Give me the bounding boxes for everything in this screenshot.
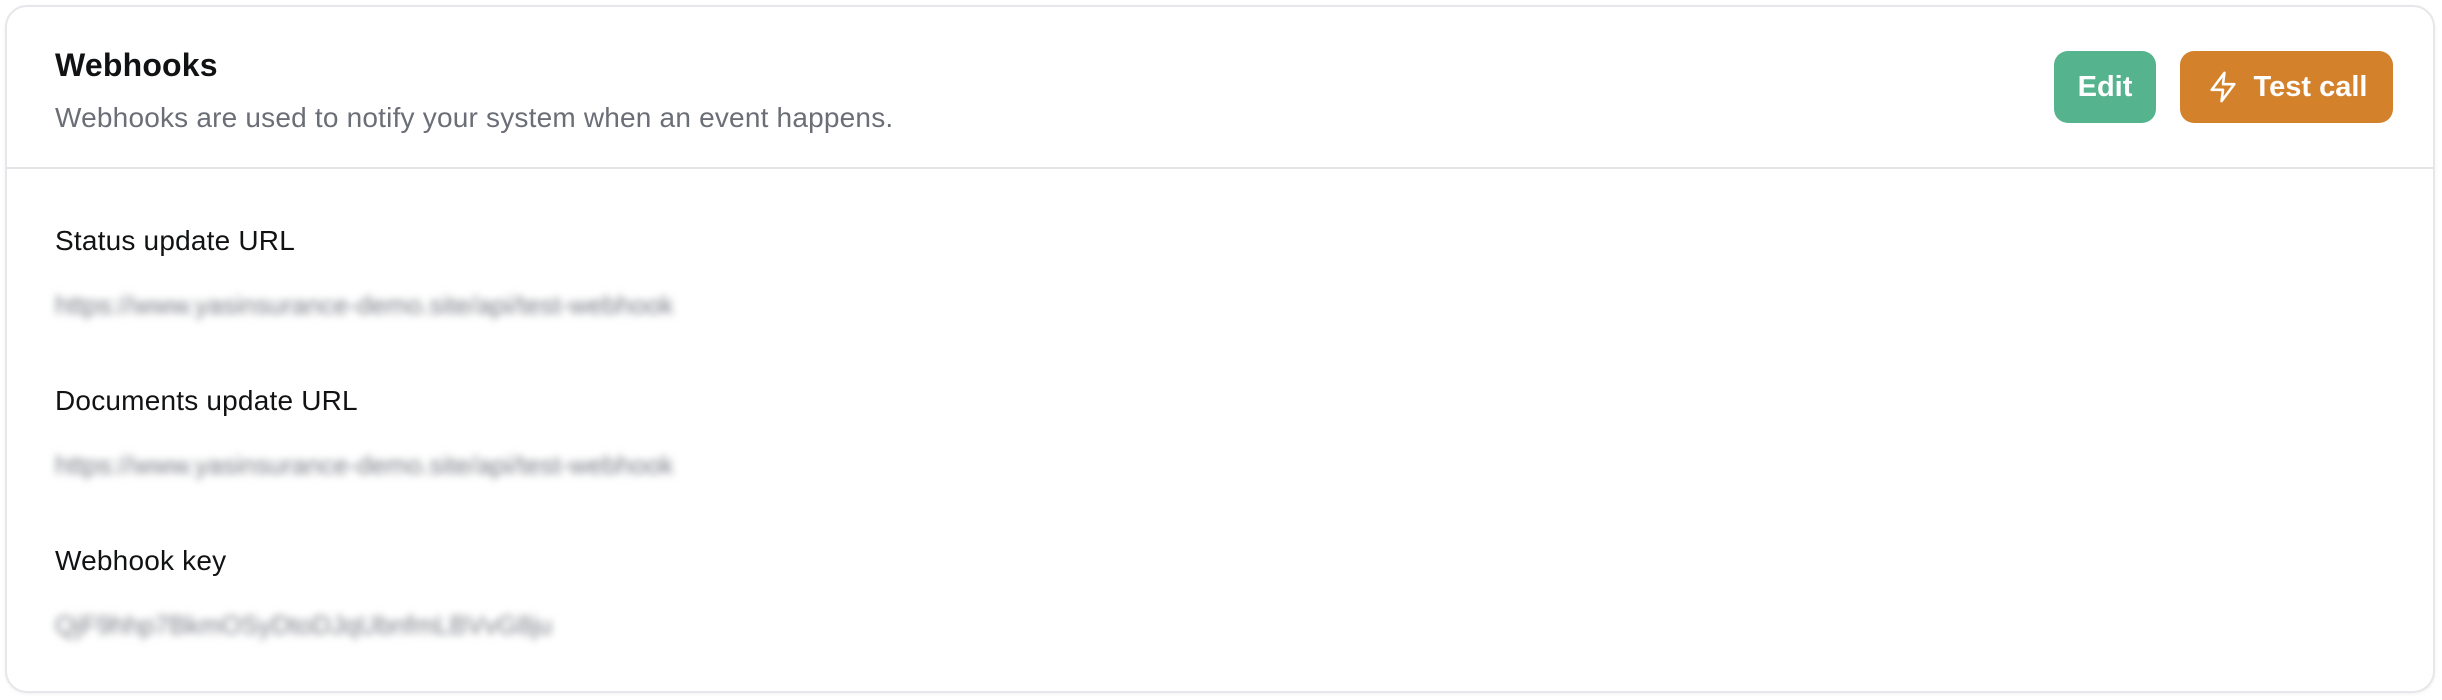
edit-button-label: Edit	[2077, 70, 2133, 103]
lightning-bolt-icon	[2206, 70, 2240, 104]
card-header: Webhooks Webhooks are used to notify you…	[7, 7, 2433, 169]
card-title: Webhooks	[55, 47, 218, 83]
card-subtitle: Webhooks are used to notify your system …	[55, 102, 894, 133]
test-call-button-label: Test call	[2253, 70, 2368, 103]
documents-update-url-label: Documents update URL	[55, 385, 358, 416]
documents-update-url-value: https://www.yasinsurance-demo.site/api/t…	[55, 450, 674, 480]
status-update-url-label: Status update URL	[55, 225, 295, 256]
webhook-key-value: QjF9hhp7BkmOSyDtoDJqUbnfmLBVvG8ju	[55, 610, 553, 640]
webhooks-card: Webhooks Webhooks are used to notify you…	[5, 5, 2435, 693]
status-update-url-value: https://www.yasinsurance-demo.site/api/t…	[55, 290, 674, 320]
edit-button[interactable]: Edit	[2054, 51, 2156, 123]
test-call-button[interactable]: Test call	[2180, 51, 2393, 123]
webhook-key-label: Webhook key	[55, 545, 227, 576]
